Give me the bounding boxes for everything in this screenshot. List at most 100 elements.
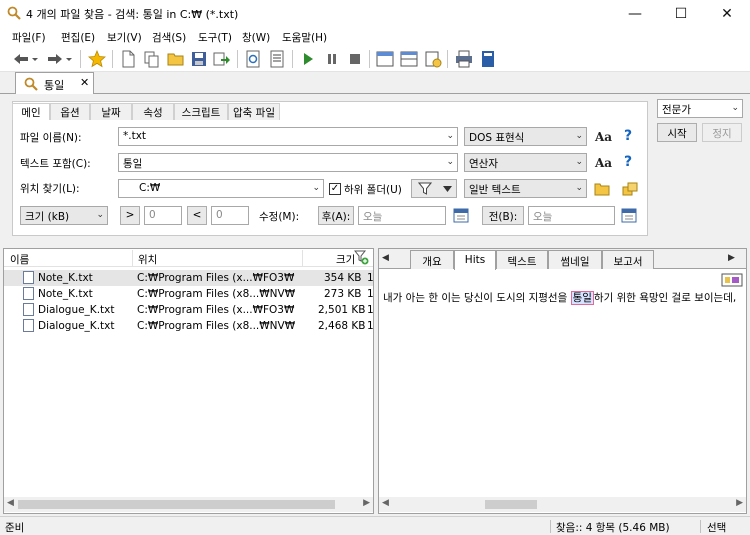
tab-main[interactable]: 메인 — [12, 103, 50, 120]
calendar-icon[interactable] — [453, 207, 469, 223]
filename-input[interactable]: *.txt ⌄ — [118, 127, 458, 146]
tab-hits[interactable]: Hits — [454, 250, 496, 270]
properties-document-icon[interactable] — [268, 50, 286, 68]
expert-mode-select[interactable]: 전문가 ⌄ — [657, 99, 743, 118]
forward-arrow-icon[interactable] — [46, 50, 64, 68]
scroll-right-icon[interactable]: ▶ — [736, 498, 743, 508]
menu-help[interactable]: 도움말(H) — [282, 30, 327, 45]
menu-window[interactable]: 창(W) — [242, 30, 270, 45]
content-mode-select[interactable]: 연산자 ⌄ — [464, 153, 587, 172]
scroll-left-icon[interactable]: ◀ — [7, 498, 14, 508]
table-row[interactable]: Dialogue_K.txt C:₩Program Files (x8...₩N… — [4, 318, 374, 334]
help-book-icon[interactable] — [479, 50, 497, 68]
preview-horizontal-scrollbar[interactable]: ◀ ▶ — [379, 497, 746, 512]
before-button[interactable]: 전(B): — [482, 206, 524, 225]
greater-than-button[interactable]: > — [120, 206, 140, 225]
pause-icon[interactable] — [323, 50, 341, 68]
filter-button[interactable] — [411, 179, 457, 198]
minimize-button[interactable]: — — [612, 0, 658, 27]
chevron-down-icon[interactable]: ⌄ — [575, 183, 583, 193]
column-size[interactable]: 크기 — [336, 252, 355, 270]
menu-search[interactable]: 검색(S) — [152, 30, 186, 45]
chevron-down-icon[interactable]: ⌄ — [96, 210, 104, 220]
less-than-button[interactable]: < — [187, 206, 207, 225]
status-bar: 준비 찾음:: 4 항목 (5.46 MB) 선택 — [0, 516, 750, 535]
content-input[interactable]: 통일 ⌄ — [118, 153, 458, 172]
stop-icon[interactable] — [346, 50, 364, 68]
scrollbar-thumb[interactable] — [485, 500, 537, 509]
refresh-document-icon[interactable] — [244, 50, 262, 68]
tab-script[interactable]: 스크립트 — [174, 103, 228, 120]
column-filter-icon[interactable] — [354, 250, 369, 265]
tab-options[interactable]: 옵션 — [50, 103, 90, 120]
scroll-left-icon[interactable]: ◀ — [382, 498, 389, 508]
new-document-icon[interactable] — [119, 50, 137, 68]
max-size-input[interactable]: 0 — [211, 206, 249, 225]
back-arrow-icon[interactable] — [12, 50, 30, 68]
column-location[interactable]: 위치 — [138, 252, 157, 270]
after-date-input[interactable]: 오늘 — [358, 206, 446, 225]
tab-attributes[interactable]: 속성 — [132, 103, 174, 120]
save-disk-icon[interactable] — [190, 50, 208, 68]
chevron-down-icon[interactable]: ⌄ — [446, 157, 454, 167]
note-settings-icon[interactable] — [424, 50, 442, 68]
open-folder-icon[interactable] — [167, 50, 185, 68]
back-dropdown-icon[interactable] — [30, 50, 40, 68]
forward-dropdown-icon[interactable] — [64, 50, 74, 68]
menu-edit[interactable]: 편집(E) — [61, 30, 95, 45]
menu-file[interactable]: 파일(F) — [12, 30, 46, 45]
match-case-icon[interactable]: Aa — [595, 130, 612, 144]
maximize-button[interactable]: ☐ — [658, 0, 704, 27]
filename-mode-select[interactable]: DOS 표현식 ⌄ — [464, 127, 587, 146]
chevron-down-icon[interactable]: ⌄ — [312, 183, 320, 193]
export-icon[interactable] — [213, 50, 231, 68]
close-window-button[interactable]: ✕ — [704, 0, 750, 27]
chevron-down-icon[interactable]: ⌄ — [446, 131, 454, 141]
help-icon[interactable]: ? — [624, 128, 632, 144]
match-case-icon[interactable]: Aa — [595, 156, 612, 170]
highlight-toggle-icon[interactable] — [721, 273, 743, 287]
tab-text[interactable]: 텍스트 — [496, 250, 548, 269]
scrollbar-thumb[interactable] — [18, 500, 335, 509]
document-tab[interactable]: 통일 ✕ — [15, 72, 94, 95]
text-type-select[interactable]: 일반 텍스트 ⌄ — [464, 179, 587, 198]
chevron-down-icon[interactable]: ⌄ — [575, 157, 583, 167]
start-button[interactable]: 시작 — [657, 123, 697, 142]
column-name[interactable]: 이름 — [10, 252, 29, 270]
browse-folder-icon[interactable] — [594, 181, 610, 197]
favorite-star-icon[interactable] — [88, 50, 106, 68]
panel-layout-icon[interactable] — [376, 50, 394, 68]
tab-date[interactable]: 날짜 — [90, 103, 132, 120]
split-layout-icon[interactable] — [400, 50, 418, 68]
table-row[interactable]: Note_K.txt C:₩Program Files (x...₩FO3₩ 3… — [4, 270, 374, 286]
chevron-down-icon[interactable]: ⌄ — [575, 131, 583, 141]
location-input[interactable]: C:₩ ⌄ — [118, 179, 324, 198]
menu-tools[interactable]: 도구(T) — [198, 30, 232, 45]
table-row[interactable]: Note_K.txt C:₩Program Files (x8...₩NV₩ 2… — [4, 286, 374, 302]
after-button[interactable]: 후(A): — [318, 206, 354, 225]
tab-scroll-left-icon[interactable]: ◀ — [382, 253, 389, 263]
document-tab-label: 통일 — [44, 79, 65, 92]
chevron-down-icon[interactable]: ⌄ — [731, 103, 739, 113]
calendar-icon[interactable] — [621, 207, 637, 223]
play-icon[interactable] — [299, 50, 317, 68]
menu-view[interactable]: 보기(V) — [107, 30, 142, 45]
printer-icon[interactable] — [455, 50, 473, 68]
tab-scroll-right-icon[interactable]: ▶ — [728, 253, 735, 263]
before-date-input[interactable]: 오늘 — [528, 206, 615, 225]
scroll-right-icon[interactable]: ▶ — [363, 498, 370, 508]
tab-overview[interactable]: 개요 — [410, 250, 454, 269]
tab-archive[interactable]: 압축 파일 — [228, 103, 280, 120]
close-tab-icon[interactable]: ✕ — [80, 76, 89, 89]
subfolders-checkbox[interactable]: ✓ — [329, 183, 341, 195]
tab-thumbnail[interactable]: 썸네일 — [548, 250, 602, 269]
copy-documents-icon[interactable] — [143, 50, 161, 68]
stop-button[interactable]: 정지 — [702, 123, 742, 142]
folder-list-icon[interactable] — [622, 181, 638, 197]
help-icon[interactable]: ? — [624, 154, 632, 170]
size-unit-select[interactable]: 크기 (kB) ⌄ — [20, 206, 108, 225]
table-row[interactable]: Dialogue_K.txt C:₩Program Files (x...₩FO… — [4, 302, 374, 318]
results-horizontal-scrollbar[interactable]: ◀ ▶ — [4, 497, 373, 512]
tab-report[interactable]: 보고서 — [602, 250, 654, 269]
min-size-input[interactable]: 0 — [144, 206, 182, 225]
